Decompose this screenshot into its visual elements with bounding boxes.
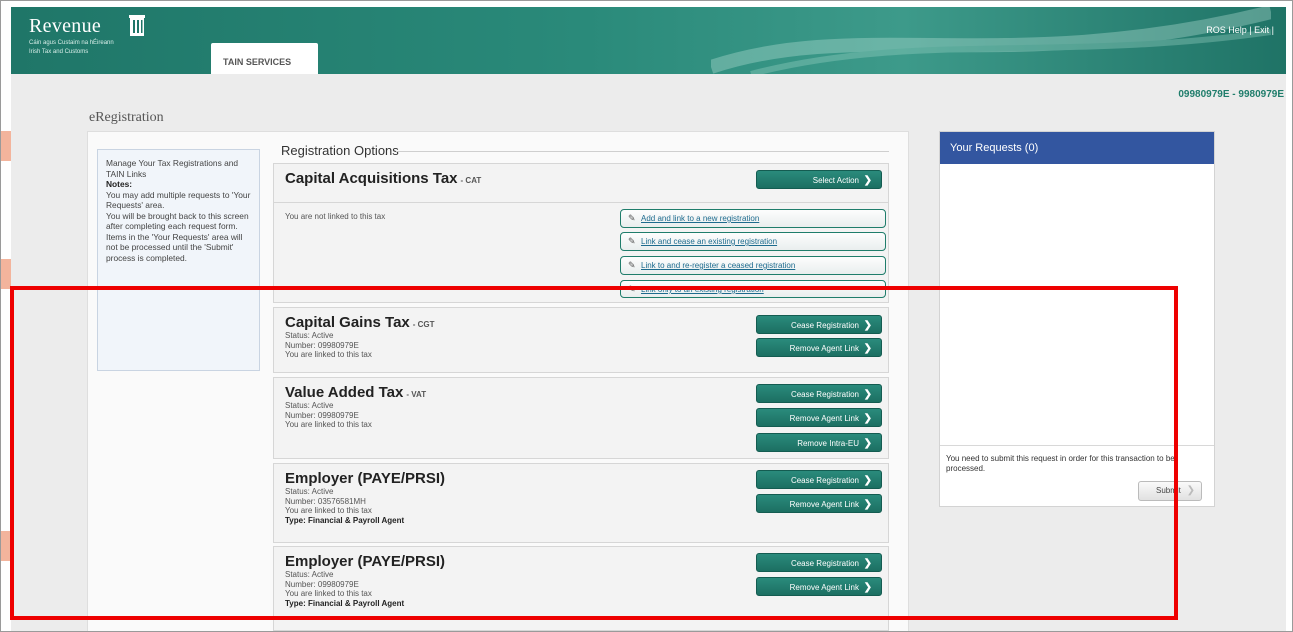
notes-intro: Manage Your Tax Registrations and TAIN L…	[106, 158, 239, 179]
link-and-cease-button[interactable]: ✎ Link and cease an existing registration	[620, 232, 886, 251]
top-links: ROS Help | Exit |	[1206, 25, 1274, 35]
notes-heading: Notes:	[106, 179, 133, 189]
logo-subtitle-irish: Cáin agus Custaim na hÉireann	[29, 40, 114, 46]
ros-help-link[interactable]: ROS Help	[1206, 25, 1247, 35]
user-id: 09980979E - 9980979E	[1178, 89, 1284, 100]
select-action-label: Select Action	[812, 176, 859, 185]
option-label: Add and link to a new registration	[641, 214, 760, 223]
notes-p1: You may add multiple requests to 'Your R…	[106, 189, 251, 211]
pencil-icon: ✎	[628, 236, 636, 246]
exit-link[interactable]: Exit	[1254, 25, 1269, 35]
site-header: Revenue Cáin agus Custaim na hÉireann Ir…	[11, 7, 1286, 80]
harp-icon	[129, 15, 145, 36]
registration-options-title: Registration Options	[281, 143, 399, 158]
notes-p3: Items in the 'Your Requests' area will n…	[106, 231, 243, 263]
panel-cat: Capital Acquisitions Tax - CAT Select Act…	[273, 163, 889, 303]
select-action-button[interactable]: Select Action ❯	[756, 170, 882, 189]
divider	[274, 202, 888, 203]
option-label: Link and cease an existing registration	[641, 237, 778, 246]
highlight-box	[10, 286, 1178, 620]
browser-frame: Revenue Cáin agus Custaim na hÉireann Ir…	[0, 0, 1293, 632]
logo-subtitle-english: Irish Tax and Customs	[29, 49, 89, 55]
revenue-logo[interactable]: Revenue Cáin agus Custaim na hÉireann Ir…	[29, 15, 145, 56]
cat-not-linked: You are not linked to this tax	[285, 212, 386, 221]
chevron-right-icon: ❯	[1186, 485, 1195, 496]
cat-code: - CAT	[460, 176, 482, 185]
option-label: Link to and re-register a ceased registr…	[641, 261, 796, 270]
logo-word: Revenue	[29, 15, 102, 37]
your-requests-title: Your Requests (0)	[940, 132, 1214, 164]
divider	[396, 151, 889, 152]
pencil-icon: ✎	[628, 260, 636, 270]
link-separator: |	[1249, 25, 1252, 35]
header-swirl-decoration	[711, 7, 1271, 74]
chevron-right-icon: ❯	[863, 175, 872, 186]
pencil-icon: ✎	[628, 213, 636, 223]
page-title: eRegistration	[89, 110, 164, 125]
add-and-link-button[interactable]: ✎ Add and link to a new registration	[620, 209, 886, 228]
link-and-reregister-button[interactable]: ✎ Link to and re-register a ceased regist…	[620, 256, 886, 275]
cat-title-text: Capital Acquisitions Tax	[285, 170, 458, 187]
notes-p2: You will be brought back to this screen …	[106, 210, 249, 232]
edge-decoration	[1, 259, 11, 289]
link-separator-end: |	[1271, 25, 1274, 35]
edge-decoration	[1, 131, 11, 161]
